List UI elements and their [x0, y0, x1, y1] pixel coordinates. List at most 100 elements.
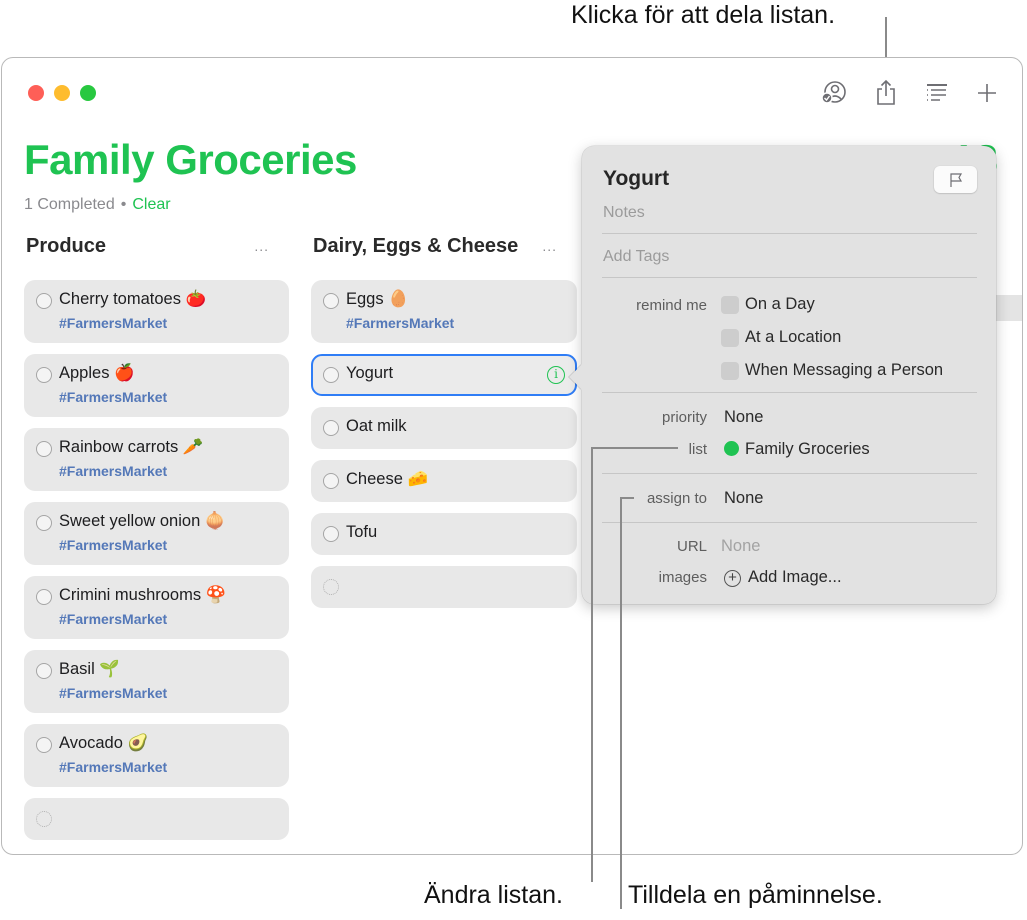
divider [602, 277, 977, 278]
assign-to-popup[interactable]: None [724, 489, 763, 508]
add-image-label: Add Image... [748, 568, 842, 586]
complete-checkbox[interactable] [36, 293, 52, 309]
complete-checkbox[interactable] [323, 526, 339, 542]
reminder-card[interactable]: Cheese 🧀 [311, 460, 577, 502]
share-icon [877, 79, 895, 105]
reminder-title: Eggs 🥚 [346, 290, 409, 308]
divider [602, 233, 977, 234]
list-color-dot-icon [724, 441, 739, 456]
close-window-button[interactable] [28, 85, 44, 101]
reminder-card[interactable]: Tofu [311, 513, 577, 555]
reminder-card[interactable]: Apples 🍎 #FarmersMarket [24, 354, 289, 417]
tags-field[interactable]: Add Tags [603, 248, 669, 266]
next-column-card-edge [992, 295, 1022, 321]
reminder-tag[interactable]: #FarmersMarket [59, 537, 167, 553]
at-a-location-checkbox[interactable] [721, 329, 739, 347]
column-dairy: Dairy, Eggs & Cheese ... Eggs 🥚 #FarmersM… [311, 228, 577, 608]
priority-label: priority [661, 409, 707, 426]
reminder-card[interactable]: Rainbow carrots 🥕 #FarmersMarket [24, 428, 289, 491]
notes-field[interactable]: Notes [603, 204, 645, 222]
reminder-title: Basil 🌱 [59, 660, 120, 678]
column-title: Dairy, Eggs & Cheese [313, 234, 519, 257]
complete-checkbox[interactable] [36, 441, 52, 457]
reminder-card[interactable]: Avocado 🥑 #FarmersMarket [24, 724, 289, 787]
new-reminder-card[interactable] [24, 798, 289, 840]
reminder-card-selected[interactable]: Yogurt i [311, 354, 577, 396]
complete-checkbox[interactable] [323, 293, 339, 309]
url-field[interactable]: None [721, 537, 760, 556]
complete-checkbox[interactable] [323, 367, 339, 383]
reminder-title: Avocado 🥑 [59, 734, 149, 752]
add-reminder-button[interactable] [970, 76, 1004, 110]
images-label: images [658, 569, 707, 586]
complete-checkbox[interactable] [36, 663, 52, 679]
zoom-window-button[interactable] [80, 85, 96, 101]
complete-checkbox[interactable] [36, 737, 52, 753]
reminder-info-popover: Yogurt Notes Add Tags remind me On a Day… [569, 146, 996, 604]
add-image-button[interactable]: + Add Image... [724, 568, 842, 587]
callout-list-line-vertical [591, 447, 593, 882]
reminder-tag[interactable]: #FarmersMarket [59, 685, 167, 701]
clear-completed-button[interactable]: Clear [132, 196, 170, 213]
reminder-tag[interactable]: #FarmersMarket [59, 759, 167, 775]
minimize-window-button[interactable] [54, 85, 70, 101]
reminder-tag[interactable]: #FarmersMarket [59, 315, 167, 331]
reminder-title: Apples 🍎 [59, 364, 135, 382]
at-a-location-label: At a Location [745, 328, 842, 346]
column-produce: Produce ... Cherry tomatoes 🍅 #FarmersMar… [24, 228, 289, 840]
complete-checkbox[interactable] [36, 589, 52, 605]
callout-change-list: Ändra listan. [424, 881, 563, 909]
reminder-card[interactable]: Sweet yellow onion 🧅 #FarmersMarket [24, 502, 289, 565]
on-a-day-checkbox[interactable] [721, 296, 739, 314]
priority-popup[interactable]: None [724, 408, 763, 427]
reminder-card[interactable]: Oat milk [311, 407, 577, 449]
column-more-button[interactable]: ... [542, 238, 557, 254]
reminder-card[interactable]: Cherry tomatoes 🍅 #FarmersMarket [24, 280, 289, 343]
reminders-window: Family Groceries 13 1 Completed•Clear Pr… [1, 57, 1023, 855]
shared-with-button[interactable] [817, 76, 851, 110]
share-button[interactable] [869, 76, 903, 110]
remind-me-label: remind me [636, 297, 707, 314]
view-options-icon [927, 84, 947, 101]
column-header: Dairy, Eggs & Cheese ... [311, 228, 577, 264]
complete-checkbox[interactable] [36, 367, 52, 383]
reminder-title: Crimini mushrooms 🍄 [59, 586, 227, 604]
divider [602, 473, 977, 474]
flag-icon [949, 172, 962, 187]
popover-title[interactable]: Yogurt [603, 167, 669, 191]
column-more-button[interactable]: ... [254, 238, 269, 254]
complete-checkbox[interactable] [323, 473, 339, 489]
view-options-button[interactable] [920, 76, 954, 110]
reminder-title: Tofu [346, 523, 378, 541]
reminder-tag[interactable]: #FarmersMarket [59, 389, 167, 405]
list-popup[interactable]: Family Groceries [724, 440, 870, 459]
flag-button[interactable] [934, 166, 977, 193]
reminder-title: Cheese 🧀 [346, 470, 429, 488]
callout-assign-line-horizontal [620, 497, 634, 499]
when-messaging-checkbox[interactable] [721, 362, 739, 380]
new-reminder-card[interactable] [311, 566, 577, 608]
reminder-title: Yogurt [346, 364, 394, 382]
complete-checkbox[interactable] [323, 420, 339, 436]
new-reminder-circle-icon [323, 579, 339, 595]
reminder-tag[interactable]: #FarmersMarket [59, 611, 167, 627]
reminder-tag[interactable]: #FarmersMarket [59, 463, 167, 479]
add-circle-icon: + [724, 570, 741, 587]
info-icon[interactable]: i [547, 366, 565, 384]
reminder-card[interactable]: Basil 🌱 #FarmersMarket [24, 650, 289, 713]
reminder-card[interactable]: Eggs 🥚 #FarmersMarket [311, 280, 577, 343]
complete-checkbox[interactable] [36, 515, 52, 531]
callout-share: Klicka för att dela listan. [571, 1, 836, 29]
on-a-day-label: On a Day [745, 295, 815, 313]
list-value: Family Groceries [745, 440, 870, 458]
reminder-title: Oat milk [346, 417, 407, 435]
assign-to-label: assign to [646, 490, 707, 507]
reminder-title: Sweet yellow onion 🧅 [59, 512, 226, 530]
callout-assign: Tilldela en påminnelse. [628, 881, 883, 909]
column-header: Produce ... [24, 228, 289, 264]
shared-with-icon [821, 81, 846, 104]
reminder-title: Rainbow carrots 🥕 [59, 438, 204, 456]
when-messaging-label: When Messaging a Person [745, 361, 944, 379]
reminder-tag[interactable]: #FarmersMarket [346, 315, 454, 331]
reminder-card[interactable]: Crimini mushrooms 🍄 #FarmersMarket [24, 576, 289, 639]
